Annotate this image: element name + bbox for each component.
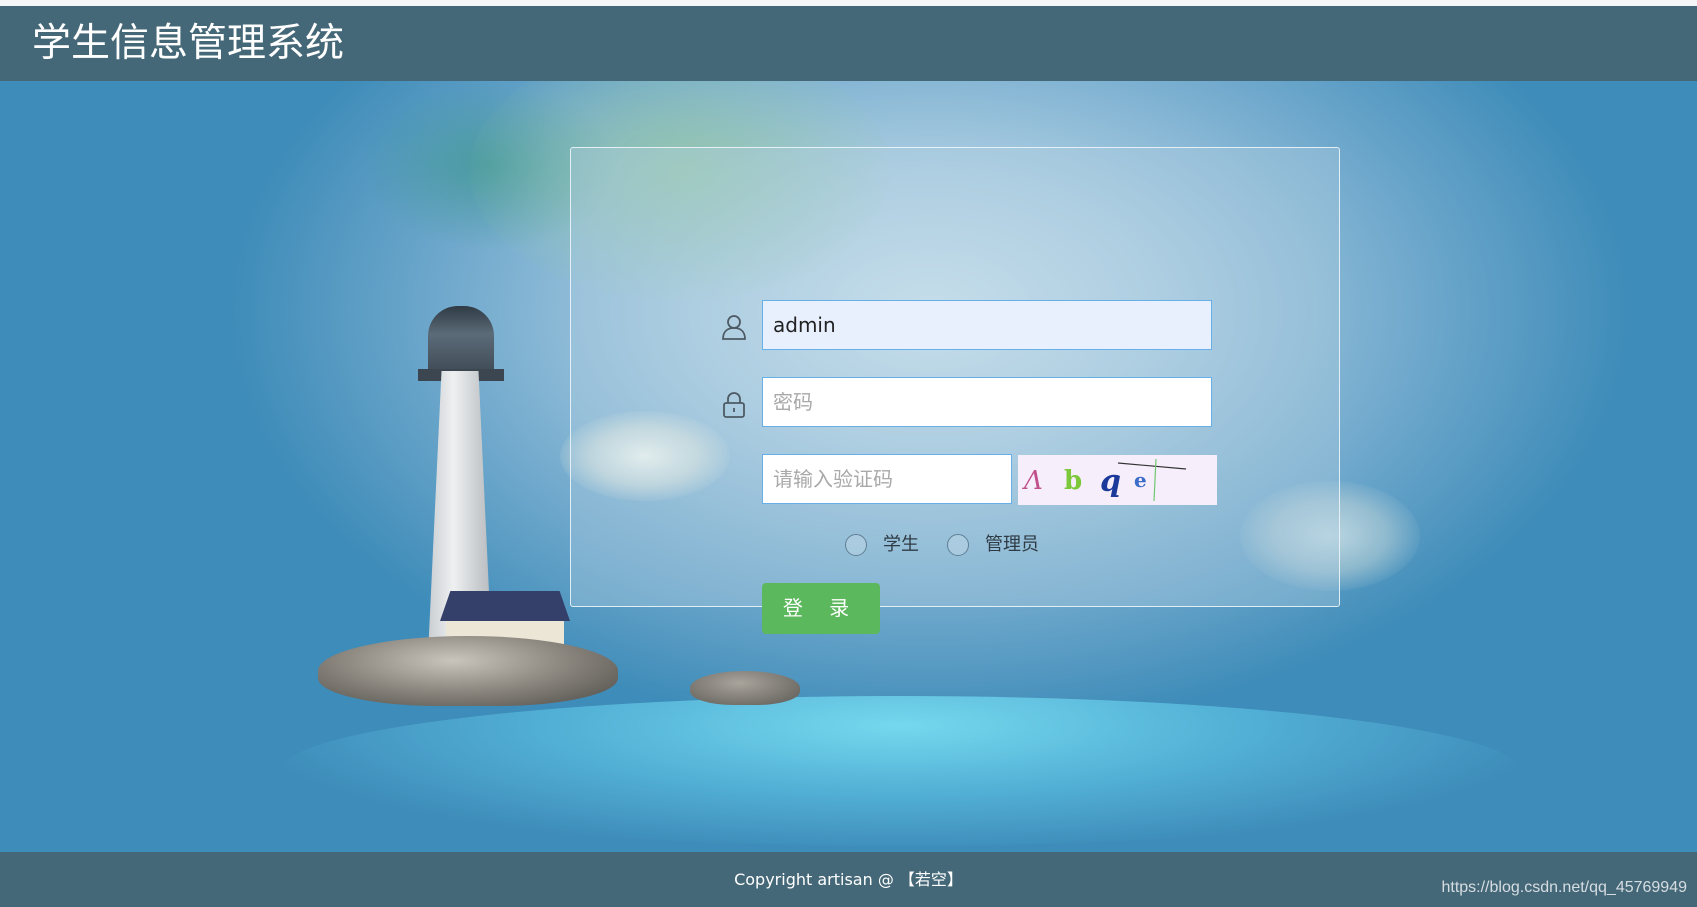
rock-island (318, 636, 618, 706)
app-header: 学生信息管理系统 (0, 6, 1697, 81)
radio-admin[interactable] (947, 534, 969, 556)
sea (280, 696, 1520, 846)
radio-student[interactable] (845, 534, 867, 556)
app-title: 学生信息管理系统 (32, 21, 345, 66)
small-rock (690, 671, 800, 705)
captcha-input[interactable]: 请输入验证码 (762, 454, 1012, 504)
captcha-char-4: e (1134, 468, 1147, 492)
lock-icon-svg (723, 392, 745, 418)
password-input[interactable]: 密码 (762, 377, 1212, 427)
radio-student-label: 学生 (883, 534, 919, 555)
user-icon-svg (722, 315, 746, 340)
login-button[interactable]: 登 录 (762, 583, 880, 634)
captcha-char-1: Λ (1022, 466, 1043, 496)
captcha-graphic: Λ b q e (1022, 458, 1187, 502)
captcha-char-2: b (1064, 466, 1082, 496)
captcha-image[interactable]: Λ b q e (1018, 455, 1217, 505)
app-footer: Copyright artisan @ 【若空】 https://blog.cs… (0, 852, 1697, 907)
watermark-url: https://blog.csdn.net/qq_45769949 (1441, 879, 1687, 896)
radio-admin-label: 管理员 (985, 534, 1039, 555)
house-roof (440, 591, 570, 621)
captcha-noise-line (1117, 462, 1187, 470)
username-input[interactable]: admin (762, 300, 1212, 350)
user-icon (719, 312, 749, 342)
captcha-noise-line (1153, 458, 1157, 502)
lock-icon (719, 390, 749, 420)
captcha-char-3: q (1100, 464, 1121, 499)
lighthouse-lantern (428, 306, 494, 376)
